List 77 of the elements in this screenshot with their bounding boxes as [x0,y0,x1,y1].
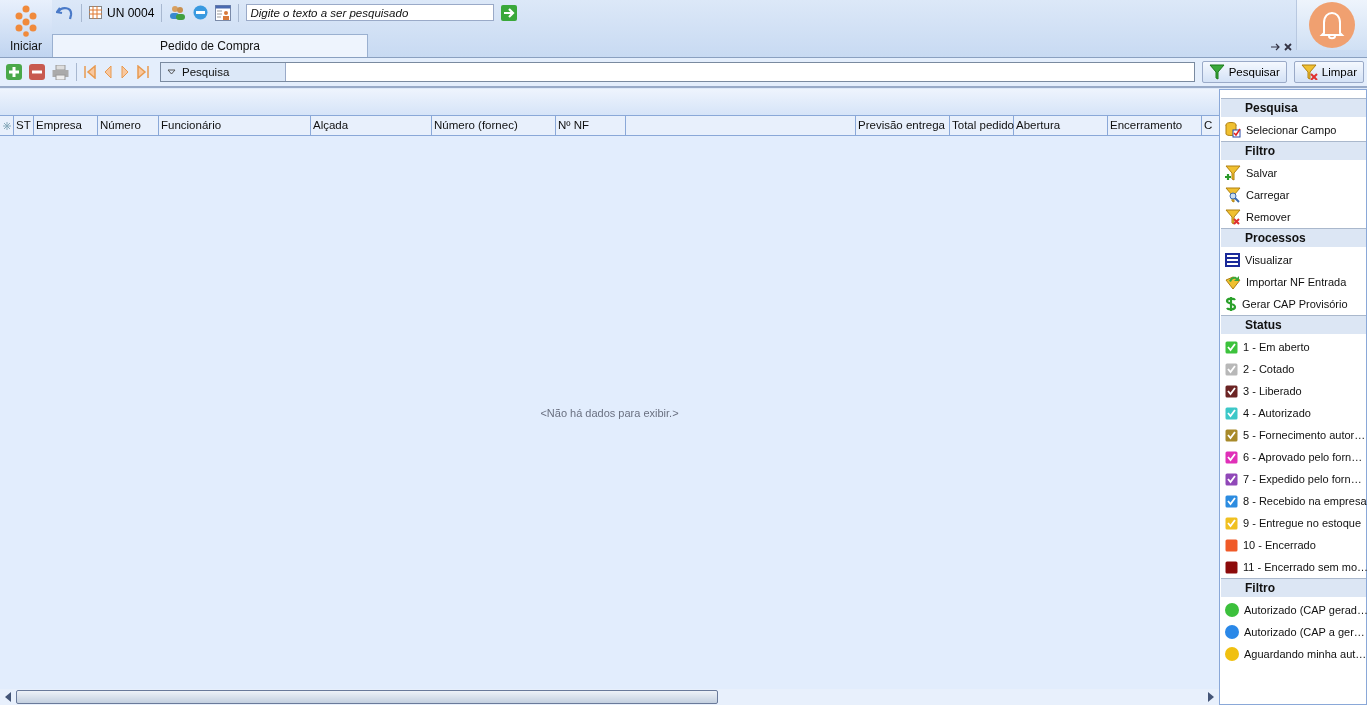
panel-item[interactable]: Autorizado (CAP gerad… [1244,604,1367,616]
panel-item[interactable]: 5 - Fornecimento autor… [1243,429,1366,441]
search-field[interactable]: Digite o texto a ser pesquisado [246,4,495,21]
funnel-cross-icon [1225,209,1241,225]
panel-item[interactable]: Visualizar [1245,254,1293,266]
column-header[interactable]: Encerramento [1108,116,1202,135]
column-header[interactable]: Número (fornec) [432,116,556,135]
printer-icon[interactable] [52,64,69,80]
close-icon[interactable] [1284,43,1292,51]
column-header[interactable]: Funcionário [159,116,311,135]
previous-icon[interactable] [103,65,113,79]
remove-icon[interactable] [29,64,45,80]
search-panel-toggle[interactable]: Pesquisa [161,63,286,81]
panel-item[interactable]: 3 - Liberado [1243,385,1302,397]
unit-button[interactable]: UN 0004 [89,5,155,20]
start-button[interactable]: Iniciar [0,0,52,57]
empty-message: <Não há dados para exibir.> [540,406,679,419]
section-header: Filtro [1221,578,1366,597]
last-icon[interactable] [137,65,149,79]
panel-item[interactable]: Salvar [1246,167,1278,179]
database-check-icon [1225,122,1241,138]
column-selector-icon[interactable] [2,121,11,130]
next-icon[interactable] [120,65,130,79]
column-header[interactable]: ST [14,116,34,135]
panel-item[interactable]: Selecionar Campo [1246,124,1337,136]
column-header[interactable]: C [1202,116,1216,135]
section-header: Status [1221,315,1366,334]
add-icon[interactable] [6,64,22,80]
column-header[interactable]: Alçada [311,116,432,135]
grid-icon [89,6,102,19]
funnel-cross-icon [1300,64,1318,80]
undo-icon[interactable] [56,4,74,21]
clear-button[interactable]: Limpar [1293,61,1364,83]
search-button[interactable]: Pesquisar [1201,61,1287,83]
dollar-icon [1225,296,1237,312]
funnel-magnifier-icon [1225,187,1241,203]
go-arrow-icon[interactable] [501,4,518,21]
column-header[interactable]: Número [98,116,159,135]
scroll-right-icon[interactable] [1207,692,1215,702]
scroll-left-icon[interactable] [4,692,12,702]
bell-icon [1308,1,1356,49]
panel-item[interactable]: 9 - Entregue no estoque [1243,517,1362,529]
panel-item[interactable]: 2 - Cotado [1243,363,1295,375]
panel-item[interactable]: Importar NF Entrada [1246,276,1347,288]
tab[interactable]: Pedido de Compra [52,34,368,57]
search-criteria-field[interactable]: Pesquisa [160,62,1195,82]
column-header[interactable]: Total pedido [950,116,1014,135]
panel-item[interactable]: 6 - Aprovado pelo forn… [1243,451,1363,463]
scrollbar-thumb[interactable] [16,690,718,704]
column-header[interactable]: Nº NF [556,116,626,135]
section-header: Filtro [1221,141,1366,160]
panel-item[interactable]: Remover [1246,211,1291,223]
panel-item[interactable]: Autorizado (CAP a ger… [1244,626,1365,638]
pin-arrow-icon[interactable] [1271,43,1281,51]
first-icon[interactable] [84,65,96,79]
folder-arrow-icon [1225,274,1241,290]
section-header: Processos [1221,228,1366,247]
caret-icon [167,69,176,75]
panel-item[interactable]: Gerar CAP Provisório [1242,298,1348,310]
funnel-icon [1208,64,1225,80]
funnel-plus-icon [1225,165,1241,181]
panel-item[interactable]: 7 - Expedido pelo forn… [1243,473,1362,485]
user-card-icon[interactable] [215,4,232,21]
column-header[interactable]: Abertura [1014,116,1108,135]
minus-circle-icon[interactable] [193,5,209,20]
panel-item[interactable]: 4 - Autorizado [1243,407,1311,419]
column-header[interactable]: Empresa [34,116,98,135]
panel-item[interactable]: 1 - Em aberto [1243,341,1310,353]
users-icon[interactable] [169,5,187,20]
panel-item[interactable]: 11 - Encerrado sem mo… [1243,561,1367,573]
panel-item[interactable]: Aguardando minha aut… [1244,648,1367,660]
panel-item[interactable]: Carregar [1246,189,1290,201]
column-header[interactable]: Previsão entrega [856,116,950,135]
panel-item[interactable]: 8 - Recebido na empresa [1243,495,1367,507]
section-header: Pesquisa [1221,98,1366,117]
window-icon [1225,253,1240,267]
panel-item[interactable]: 10 - Encerrado [1243,539,1316,551]
